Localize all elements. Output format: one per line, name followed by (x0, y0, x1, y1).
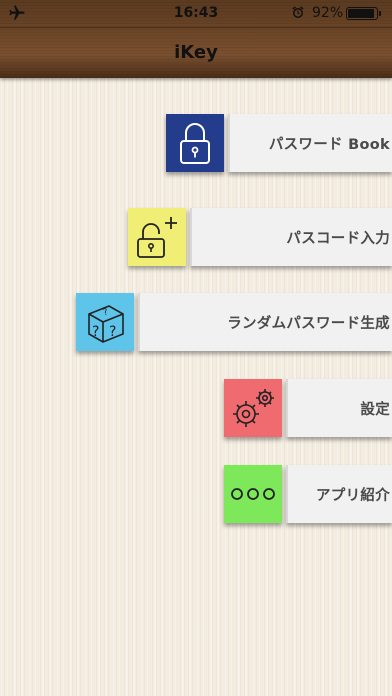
battery-icon (346, 7, 381, 20)
alarm-icon (292, 6, 304, 18)
menu-label-box[interactable]: アプリ紹介 (286, 465, 392, 523)
menu-item-label: パスワード Book (268, 136, 390, 153)
question-cube-icon: ? ? ? (88, 305, 124, 343)
menu-item-passcode-input[interactable]: パスコード入力 (128, 208, 392, 266)
svg-text:?: ? (102, 307, 109, 318)
menu-icon-box: ? ? ? (76, 293, 134, 351)
menu-label-box[interactable]: パスコード入力 (190, 208, 392, 266)
lock-icon (180, 123, 210, 164)
menu-item-label: 設定 (360, 401, 390, 418)
menu-item-label: アプリ紹介 (316, 487, 390, 504)
menu-icon-box (224, 465, 282, 523)
menu-item-label: パスコード入力 (286, 230, 390, 247)
menu-icon-box (166, 114, 224, 172)
nav-divider (0, 27, 392, 28)
top-bar: 16:43 92% iKey (0, 0, 392, 78)
menu-icon-box (128, 208, 186, 266)
menu-item-settings[interactable]: 設定 (224, 379, 392, 437)
menu-item-app-intro[interactable]: アプリ紹介 (224, 465, 392, 523)
menu-label-box[interactable]: パスワード Book (228, 114, 392, 172)
svg-text:?: ? (109, 324, 116, 340)
menu-label-box[interactable]: 設定 (286, 379, 392, 437)
menu-label-box[interactable]: ランダムパスワード生成 (138, 293, 392, 351)
dots-icon (231, 488, 275, 500)
menu-icon-box (224, 379, 282, 437)
page-title: iKey (174, 42, 218, 63)
menu-item-random-password[interactable]: ? ? ? ランダムパスワード生成 (76, 293, 392, 351)
status-bar: 16:43 92% (0, 0, 392, 26)
svg-text:?: ? (92, 324, 99, 340)
unlock-plus-icon (137, 217, 177, 258)
gears-icon (233, 389, 274, 427)
menu-item-label: ランダムパスワード生成 (227, 315, 390, 332)
battery-percent: 92% (312, 5, 344, 21)
menu-item-password-book[interactable]: パスワード Book (166, 114, 392, 172)
